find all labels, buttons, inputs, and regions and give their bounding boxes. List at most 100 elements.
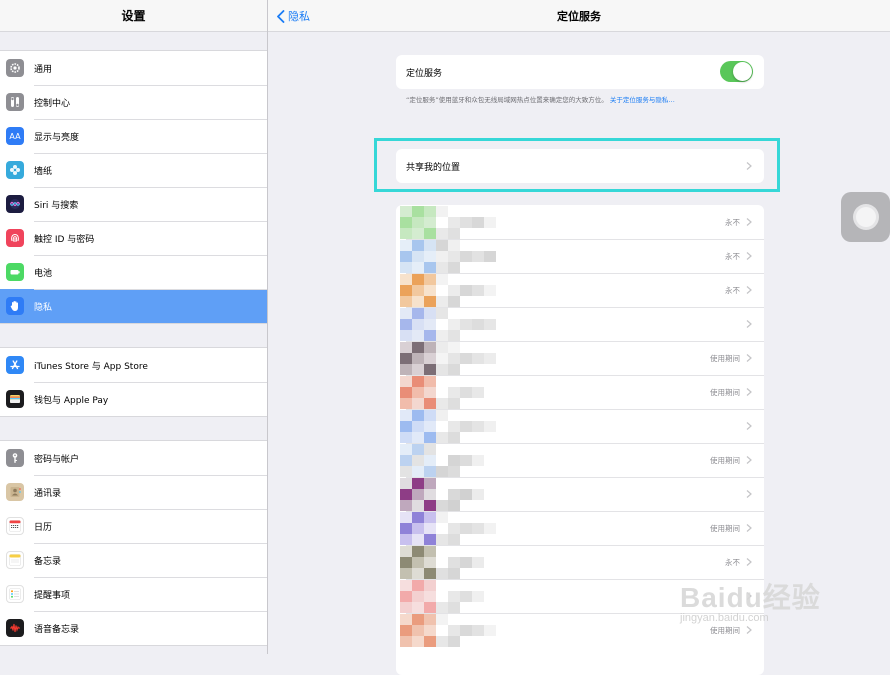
sidebar-item-label: 钱包与 Apple Pay <box>34 395 109 406</box>
chevron-right-icon <box>746 422 752 430</box>
sidebar-item-label: Siri 与搜索 <box>34 200 79 211</box>
app-location-permission: 使用期间 <box>710 625 740 635</box>
back-button-label: 隐私 <box>288 10 310 23</box>
chevron-left-icon <box>277 9 285 23</box>
sidebar-item[interactable]: 备忘录 <box>0 543 267 577</box>
settings-sidebar: 设置 通用控制中心 AA 显示与亮度墙纸 Siri 与搜索触控 ID 与密码 电池隐私 i… <box>0 0 268 654</box>
sidebar-item[interactable]: iTunes Store 与 App Store <box>0 348 267 382</box>
chevron-right-icon <box>746 592 752 600</box>
assistive-touch-dot <box>855 207 876 227</box>
sidebar-group: iTunes Store 与 App Store 钱包与 Apple Pay <box>0 347 267 417</box>
app-row[interactable] <box>396 409 764 443</box>
sidebar-item[interactable]: 隐私 <box>0 289 267 323</box>
chevron-right-icon <box>746 218 752 226</box>
chevron-right-icon <box>746 320 752 328</box>
chevron-right-icon <box>746 286 752 294</box>
switches-icon <box>6 93 24 111</box>
pixelated-app-icon-and-name <box>400 477 496 511</box>
sidebar-item[interactable]: 钱包与 Apple Pay <box>0 382 267 416</box>
app-row[interactable]: 使用期间 <box>396 511 764 545</box>
reminders-icon <box>6 585 24 603</box>
back-button[interactable]: 隐私 <box>276 0 310 32</box>
pixelated-app-icon-and-name <box>400 273 496 307</box>
pixelated-app-icon-and-name <box>400 307 496 341</box>
chevron-right-icon <box>746 252 752 260</box>
chevron-right-icon <box>746 626 752 634</box>
share-my-location-label: 共享我的位置 <box>406 162 461 173</box>
hand-icon <box>6 297 24 315</box>
app-row[interactable]: 永不 <box>396 239 764 273</box>
sidebar-item-label: 隐私 <box>34 302 53 313</box>
app-row[interactable] <box>396 579 764 613</box>
pixelated-app-icon-and-name <box>400 341 496 375</box>
app-row[interactable] <box>396 477 764 511</box>
sidebar-groups: 通用控制中心 AA 显示与亮度墙纸 Siri 与搜索触控 ID 与密码 电池隐私 iTun… <box>0 32 267 646</box>
sidebar-item[interactable]: 控制中心 <box>0 85 267 119</box>
battery-icon <box>6 263 24 281</box>
assistive-touch-button[interactable] <box>841 192 890 242</box>
sidebar-item[interactable]: 电池 <box>0 255 267 289</box>
calendar-icon <box>6 517 24 535</box>
sidebar-item-label: 显示与亮度 <box>34 132 80 143</box>
sidebar-item[interactable]: 提醒事项 <box>0 577 267 611</box>
pixelated-app-icon-and-name <box>400 579 496 613</box>
app-location-permission: 使用期间 <box>710 387 740 397</box>
pixelated-app-icon-and-name <box>400 239 496 273</box>
chevron-right-icon <box>746 524 752 532</box>
app-location-permission: 永不 <box>725 285 740 295</box>
app-location-permission: 使用期间 <box>710 455 740 465</box>
app-row[interactable]: 使用期间 <box>396 613 764 647</box>
navigation-bar: 定位服务 隐私 <box>268 0 890 32</box>
location-services-toggle[interactable] <box>720 61 753 82</box>
share-my-location-row[interactable]: 共享我的位置 <box>396 149 764 183</box>
chevron-right-icon <box>746 490 752 498</box>
sidebar-item-label: 备忘录 <box>34 556 62 567</box>
sidebar-group: 密码与帐户 通讯录日历备忘录提醒事项 语音备忘录 <box>0 440 267 646</box>
app-location-permission: 永不 <box>725 251 740 261</box>
sidebar-item-label: 墙纸 <box>34 166 53 177</box>
sidebar-item-label: 通用 <box>34 64 53 75</box>
app-row[interactable]: 使用期间 <box>396 443 764 477</box>
app-row[interactable] <box>396 307 764 341</box>
chevron-right-icon <box>746 162 752 170</box>
sidebar-item[interactable]: 通讯录 <box>0 475 267 509</box>
app-location-permission: 使用期间 <box>710 523 740 533</box>
contacts-icon <box>6 483 24 501</box>
sidebar-item[interactable]: 通用 <box>0 51 267 85</box>
app-row[interactable]: 使用期间 <box>396 341 764 375</box>
sidebar-item[interactable]: AA 显示与亮度 <box>0 119 267 153</box>
wallet-icon <box>6 390 24 408</box>
toggle-knob <box>733 62 752 81</box>
app-row[interactable]: 永不 <box>396 273 764 307</box>
location-footnote: “定位服务”使用蓝牙和众包无线局域网热点位置来确定您的大致方位。 关于定位服务与… <box>406 94 766 104</box>
app-row[interactable]: 永不 <box>396 205 764 239</box>
sidebar-item[interactable]: Siri 与搜索 <box>0 187 267 221</box>
app-location-list: 永不 永不 永不 使用期间 使用期间 使用期间 使用期间 永不 使用期间 <box>396 205 764 675</box>
gear-icon <box>6 59 24 77</box>
siri-icon <box>6 195 24 213</box>
sidebar-item[interactable]: 墙纸 <box>0 153 267 187</box>
location-services-label: 定位服务 <box>406 68 443 79</box>
pixelated-app-icon-and-name <box>400 443 496 477</box>
app-row[interactable]: 永不 <box>396 545 764 579</box>
pixelated-app-icon-and-name <box>400 511 496 545</box>
pixelated-app-icon-and-name <box>400 375 496 409</box>
app-location-permission: 使用期间 <box>710 353 740 363</box>
app-row[interactable]: 使用期间 <box>396 375 764 409</box>
sidebar-item[interactable]: 触控 ID 与密码 <box>0 221 267 255</box>
sidebar-item-label: 日历 <box>34 522 53 533</box>
sidebar-item-label: 控制中心 <box>34 98 71 109</box>
page-title: 定位服务 <box>557 10 601 23</box>
sidebar-item[interactable]: 日历 <box>0 509 267 543</box>
about-location-privacy-link[interactable]: 关于定位服务与隐私… <box>610 96 675 104</box>
fingerprint-icon <box>6 229 24 247</box>
chevron-right-icon <box>746 388 752 396</box>
sidebar-item[interactable]: 语音备忘录 <box>0 611 267 645</box>
sidebar-title: 设置 <box>0 0 267 32</box>
sidebar-item[interactable]: 密码与帐户 <box>0 441 267 475</box>
pixelated-app-icon-and-name <box>400 613 496 647</box>
app-location-permission: 永不 <box>725 557 740 567</box>
